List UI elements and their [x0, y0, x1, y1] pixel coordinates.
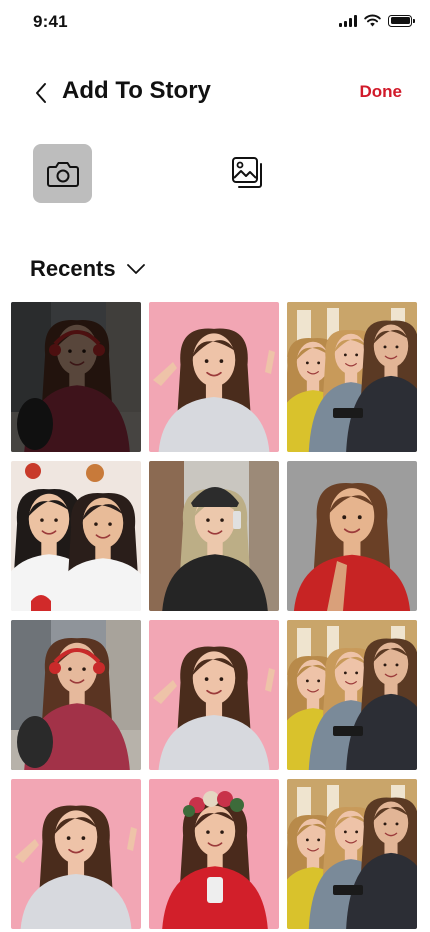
recents-label: Recents	[30, 256, 116, 281]
photo-image	[149, 461, 279, 611]
photo-image	[287, 302, 417, 452]
photo-thumbnail[interactable]	[11, 461, 141, 611]
photo-image	[11, 461, 141, 611]
battery-icon	[388, 14, 415, 27]
photo-thumbnail[interactable]	[149, 461, 279, 611]
gallery-icon	[232, 157, 262, 188]
photo-thumbnail[interactable]	[11, 302, 141, 452]
status-time: 9:41	[33, 12, 68, 31]
chevron-down-icon	[126, 264, 145, 274]
camera-button[interactable]	[33, 144, 92, 203]
photo-thumbnail[interactable]	[149, 779, 279, 929]
wifi-icon	[364, 14, 381, 27]
photo-image	[149, 302, 279, 452]
recents-dropdown[interactable]: Recents	[30, 256, 146, 282]
chevron-left-icon	[36, 83, 46, 103]
photo-thumbnail[interactable]	[287, 779, 417, 929]
back-button[interactable]	[26, 78, 56, 108]
photo-image	[11, 620, 141, 770]
photo-image	[11, 779, 141, 929]
photo-thumbnail[interactable]	[11, 779, 141, 929]
photo-thumbnail[interactable]	[287, 302, 417, 452]
photo-thumbnail[interactable]	[11, 620, 141, 770]
status-icons	[339, 14, 415, 27]
photo-image	[11, 302, 141, 452]
photo-thumbnail[interactable]	[149, 302, 279, 452]
gallery-button[interactable]	[229, 154, 267, 192]
photo-image	[149, 620, 279, 770]
photo-image	[287, 461, 417, 611]
page-title: Add To Story	[62, 77, 211, 104]
photo-thumbnail[interactable]	[287, 461, 417, 611]
camera-icon	[46, 161, 79, 187]
signal-icon	[339, 14, 357, 27]
photo-grid	[11, 302, 417, 929]
done-button[interactable]: Done	[360, 82, 403, 102]
photo-thumbnail[interactable]	[149, 620, 279, 770]
photo-image	[287, 620, 417, 770]
photo-image	[149, 779, 279, 929]
status-bar: 9:41	[0, 0, 430, 48]
photo-thumbnail[interactable]	[287, 620, 417, 770]
header: Add To Story Done	[0, 70, 430, 114]
photo-image	[287, 779, 417, 929]
